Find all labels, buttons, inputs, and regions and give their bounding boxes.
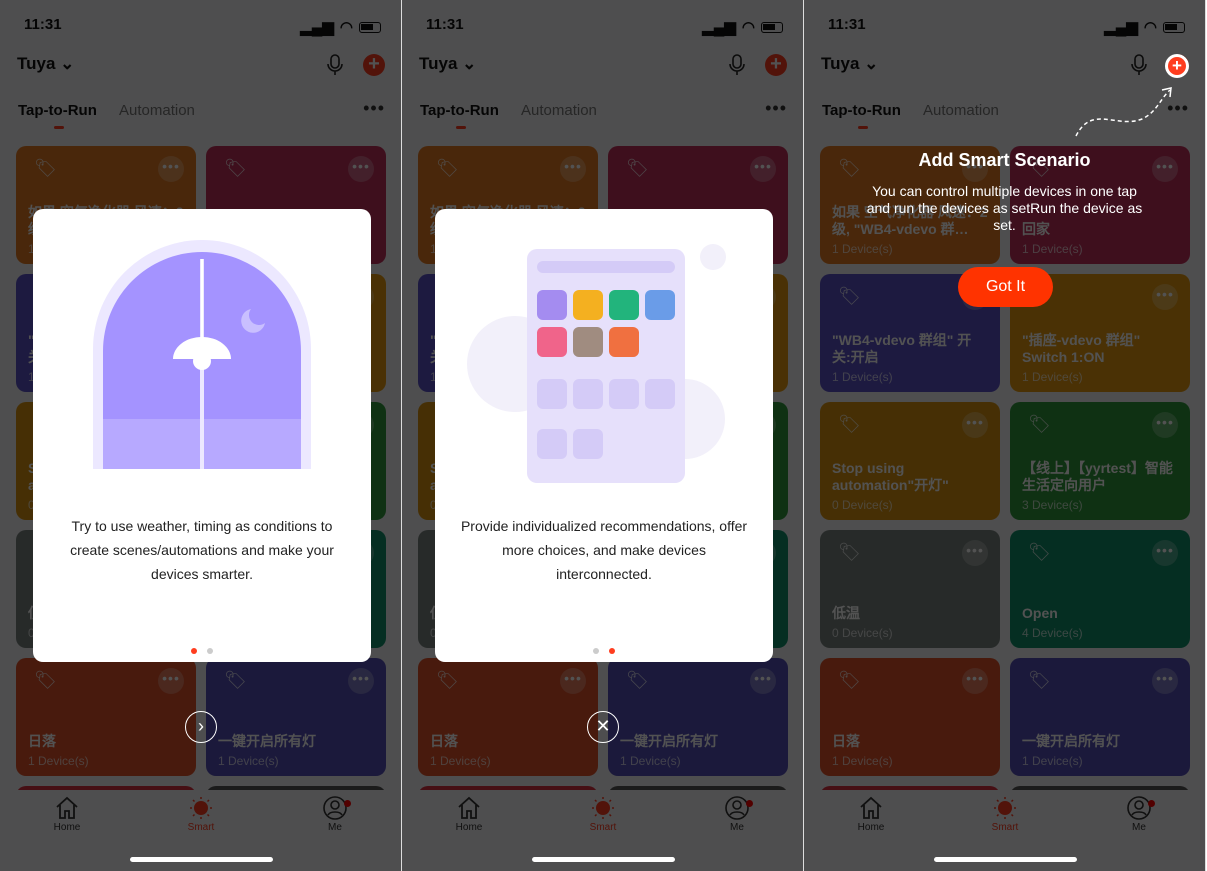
page-dot (191, 648, 197, 654)
got-it-button[interactable]: Got It (958, 267, 1053, 307)
home-indicator (532, 857, 675, 862)
page-dot (593, 648, 599, 654)
onboarding-dialog: Provide individualized recommendations, … (435, 209, 773, 662)
onboarding-text: Provide individualized recommendations, … (460, 518, 748, 582)
chevron-right-icon: › (198, 716, 204, 736)
illustration (435, 239, 773, 483)
close-icon: ✕ (595, 716, 611, 736)
page-dot (609, 648, 615, 654)
close-button[interactable]: ✕ (587, 711, 619, 743)
add-scene-button-highlight[interactable]: + (1165, 54, 1189, 78)
phone-screen: 11:31▂▄▆◠Tuya ⌄+Tap-to-RunAutomation•••🏷… (804, 0, 1206, 871)
home-indicator (130, 857, 273, 862)
tip-text: You can control multiple devices in one … (866, 183, 1143, 233)
plus-icon: + (1168, 57, 1186, 75)
phone-screen: 11:31▂▄▆◠Tuya ⌄+Tap-to-RunAutomation•••🏷… (402, 0, 804, 871)
page-dot (207, 648, 213, 654)
onboarding-dialog: Try to use weather, timing as conditions… (33, 209, 371, 662)
next-button[interactable]: › (185, 711, 217, 743)
illustration (33, 239, 371, 479)
onboarding-text: Try to use weather, timing as conditions… (70, 518, 334, 582)
dashed-arrow-icon (1072, 84, 1182, 144)
home-indicator (934, 857, 1077, 862)
tip-title: Add Smart Scenario (918, 150, 1091, 170)
page-indicator (435, 641, 773, 659)
phone-screen: 11:31▂▄▆◠Tuya ⌄+Tap-to-RunAutomation•••🏷… (0, 0, 402, 871)
page-indicator (33, 641, 371, 659)
